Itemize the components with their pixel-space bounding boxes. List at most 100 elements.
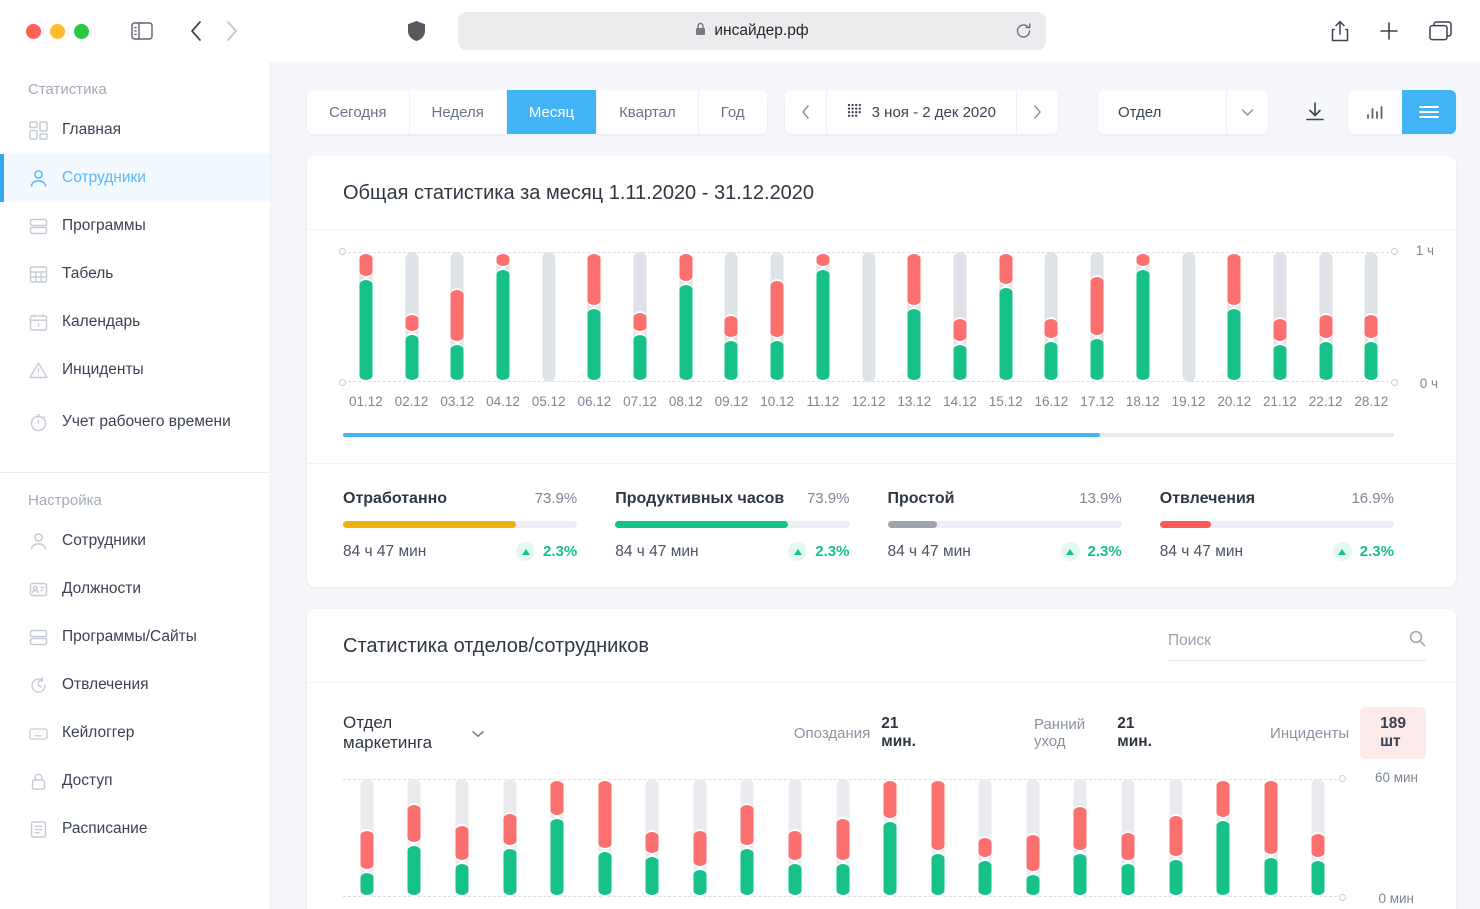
sidebar-item-sotrudniki[interactable]: Сотрудники [0, 154, 270, 202]
period-tab-week[interactable]: Неделя [409, 90, 507, 134]
forward-arrow-icon[interactable] [225, 20, 239, 42]
period-tab-year[interactable]: Год [698, 90, 767, 134]
share-icon[interactable] [1331, 20, 1349, 42]
bar-column[interactable] [846, 252, 892, 382]
bar-column[interactable] [1029, 252, 1075, 382]
sidebar-setting-kejlogger[interactable]: Кейлоггер [0, 709, 270, 757]
bar-column[interactable] [800, 252, 846, 382]
bar-column[interactable] [434, 252, 480, 382]
bar-column[interactable] [581, 779, 629, 897]
bar-column[interactable] [1104, 779, 1152, 897]
overview-bars [343, 252, 1394, 382]
bar-column[interactable] [486, 779, 534, 897]
bar-column[interactable] [1257, 252, 1303, 382]
window-controls[interactable] [26, 23, 89, 39]
sidebar-setting-raspisanie[interactable]: Расписание [0, 805, 270, 853]
search-icon[interactable] [1409, 630, 1426, 652]
view-toggle[interactable] [1348, 90, 1456, 134]
sidebar-item-incidenty[interactable]: Инциденты [0, 346, 270, 394]
close-window-button[interactable] [26, 23, 41, 39]
bar-column[interactable] [819, 779, 867, 897]
view-chart-button[interactable] [1348, 90, 1402, 134]
department-select[interactable]: Отдел [1097, 90, 1268, 134]
bar-column[interactable] [1152, 779, 1200, 897]
plus-icon[interactable] [1379, 21, 1399, 41]
date-prev-button[interactable] [785, 90, 827, 134]
sidebar: Статистика Главная Сотрудники Программы … [0, 62, 271, 909]
date-next-button[interactable] [1015, 90, 1058, 134]
bar-column[interactable] [724, 779, 772, 897]
bar-column[interactable] [1009, 779, 1057, 897]
bar-column[interactable] [1211, 252, 1257, 382]
overview-scrollbar-thumb[interactable] [343, 433, 1100, 437]
sidebar-toggle-icon[interactable] [131, 22, 153, 40]
bar-column[interactable] [663, 252, 709, 382]
bar-column[interactable] [771, 779, 819, 897]
sidebar-item-programmy[interactable]: Программы [0, 202, 270, 250]
overview-scrollbar[interactable] [343, 433, 1394, 437]
tabs-overview-icon[interactable] [1429, 21, 1452, 41]
url-text: инсайдер.рф [714, 22, 809, 39]
bar-column[interactable] [709, 252, 755, 382]
keyboard-icon [28, 723, 48, 743]
bar-column[interactable] [1348, 252, 1394, 382]
date-range-value-button[interactable]: 3 ноя - 2 дек 2020 [827, 90, 1016, 134]
search-input[interactable] [1168, 632, 1409, 650]
bar-column[interactable] [1120, 252, 1166, 382]
bar-column[interactable] [962, 779, 1010, 897]
bar-column[interactable] [914, 779, 962, 897]
period-segmented-control[interactable]: Сегодня Неделя Месяц Квартал Год [307, 90, 767, 134]
bar-column[interactable] [572, 252, 618, 382]
address-bar[interactable]: инсайдер.рф [458, 12, 1046, 50]
bar-column[interactable] [343, 252, 389, 382]
bar-column[interactable] [526, 252, 572, 382]
bar-column[interactable] [391, 779, 439, 897]
sidebar-item-tabel[interactable]: Табель [0, 250, 270, 298]
bar-column[interactable] [1295, 779, 1343, 897]
bar-column[interactable] [937, 252, 983, 382]
sidebar-setting-dolzhnosti[interactable]: Должности [0, 565, 270, 613]
bar-column[interactable] [866, 779, 914, 897]
sidebar-setting-sotrudniki[interactable]: Сотрудники [0, 517, 270, 565]
reload-icon[interactable] [1015, 23, 1032, 40]
bar-column[interactable] [1074, 252, 1120, 382]
back-arrow-icon[interactable] [189, 20, 203, 42]
bar-column[interactable] [533, 779, 581, 897]
chevron-down-icon[interactable] [1225, 90, 1268, 134]
bar-column[interactable] [1199, 779, 1247, 897]
period-tab-quarter[interactable]: Квартал [597, 90, 699, 134]
bar-column[interactable] [676, 779, 724, 897]
search-box[interactable] [1168, 630, 1426, 661]
sidebar-item-label: Программы/Сайты [62, 627, 197, 645]
bar-column[interactable] [1247, 779, 1295, 897]
sidebar-item-glavnaya[interactable]: Главная [0, 106, 270, 154]
sidebar-setting-programmy-sajty[interactable]: Программы/Сайты [0, 613, 270, 661]
bar-column[interactable] [1303, 252, 1349, 382]
bar-column[interactable] [628, 779, 676, 897]
view-list-button[interactable] [1402, 90, 1456, 134]
shield-icon[interactable] [407, 20, 426, 42]
sidebar-setting-dostup[interactable]: Доступ [0, 757, 270, 805]
sidebar-setting-otvlecheniya[interactable]: Отвлечения [0, 661, 270, 709]
bar-column[interactable] [480, 252, 526, 382]
bar-column[interactable] [389, 252, 435, 382]
bar-column[interactable] [1057, 779, 1105, 897]
maximize-window-button[interactable] [74, 23, 89, 39]
bar-column[interactable] [343, 779, 391, 897]
bar-column[interactable] [438, 779, 486, 897]
department-dropdown[interactable]: Отдел маркетинга [343, 713, 484, 753]
sidebar-item-kalendar[interactable]: Календарь [0, 298, 270, 346]
bar-segment-distraction [550, 779, 564, 817]
download-icon[interactable] [1304, 101, 1326, 123]
period-tab-today[interactable]: Сегодня [307, 90, 410, 134]
chevron-down-icon[interactable] [472, 723, 484, 743]
sidebar-item-uchet-rabochego-vremeni[interactable]: Учет рабочего времени [0, 394, 270, 450]
bar-column[interactable] [891, 252, 937, 382]
period-tab-month[interactable]: Месяц [506, 90, 598, 134]
bar-column[interactable] [983, 252, 1029, 382]
bar-column[interactable] [617, 252, 663, 382]
bar-column[interactable] [1166, 252, 1212, 382]
minimize-window-button[interactable] [50, 23, 65, 39]
date-range-picker[interactable]: 3 ноя - 2 дек 2020 [784, 90, 1058, 134]
bar-column[interactable] [754, 252, 800, 382]
